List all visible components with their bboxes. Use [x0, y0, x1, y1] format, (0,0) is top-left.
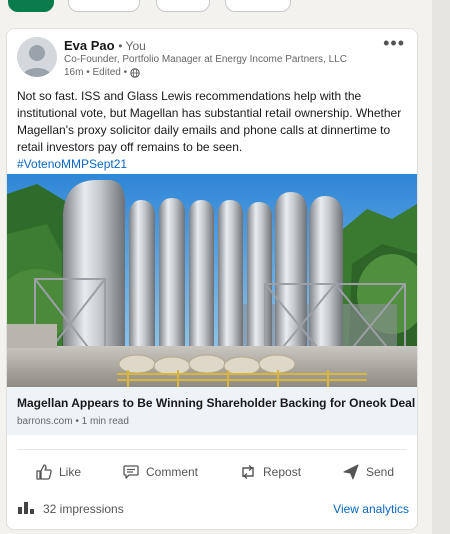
comment-button[interactable]: Comment: [122, 457, 198, 487]
bar-chart-icon: [17, 499, 35, 518]
globe-icon: [130, 67, 140, 78]
view-analytics-link[interactable]: View analytics: [333, 502, 409, 516]
like-button[interactable]: Like: [35, 457, 81, 487]
top-toolbar-remnant: [0, 0, 450, 14]
post-text: Not so fast. ISS and Glass Lewis recomme…: [17, 89, 402, 154]
social-actions: Like Comment Repost Send: [7, 457, 417, 487]
more-options-icon[interactable]: •••: [383, 33, 405, 54]
repost-icon: [239, 463, 257, 481]
avatar[interactable]: [17, 37, 57, 77]
link-preview-title[interactable]: Magellan Appears to Be Winning Sharehold…: [17, 396, 415, 410]
comment-icon: [122, 463, 140, 481]
post-timestamp: 16m • Edited •: [64, 67, 128, 78]
toolbar-button[interactable]: [68, 0, 140, 12]
article-image[interactable]: [7, 174, 417, 387]
connection-degree: • You: [118, 39, 146, 53]
send-button[interactable]: Send: [342, 457, 394, 487]
send-icon: [342, 463, 360, 481]
toolbar-button[interactable]: [225, 0, 291, 12]
repost-label: Repost: [263, 465, 302, 479]
author-name[interactable]: Eva Pao: [64, 38, 115, 53]
link-preview-source: barrons.com • 1 min read: [17, 416, 129, 427]
post-body: Not so fast. ISS and Glass Lewis recomme…: [17, 88, 409, 173]
post-footer: 32 impressions View analytics: [17, 499, 409, 519]
like-label: Like: [59, 465, 82, 479]
comment-label: Comment: [146, 465, 199, 479]
impressions[interactable]: 32 impressions: [17, 499, 124, 518]
author-line: Eva Pao • You: [64, 38, 146, 53]
post-meta: 16m • Edited •: [64, 67, 140, 78]
impressions-count: 32 impressions: [43, 501, 124, 516]
toolbar-button-primary[interactable]: [8, 0, 54, 12]
hashtag-link[interactable]: #VotenoMMPSept21: [17, 157, 127, 171]
scrollbar-track[interactable]: [432, 0, 450, 534]
author-headline: Co-Founder, Portfolio Manager at Energy …: [64, 54, 347, 65]
toolbar-button[interactable]: [156, 0, 210, 12]
divider: [17, 449, 407, 450]
send-label: Send: [366, 465, 395, 479]
post-card: Eva Pao • You Co-Founder, Portfolio Mana…: [6, 28, 418, 530]
like-icon: [35, 463, 53, 481]
repost-button[interactable]: Repost: [239, 457, 301, 487]
link-preview[interactable]: Magellan Appears to Be Winning Sharehold…: [7, 387, 417, 435]
